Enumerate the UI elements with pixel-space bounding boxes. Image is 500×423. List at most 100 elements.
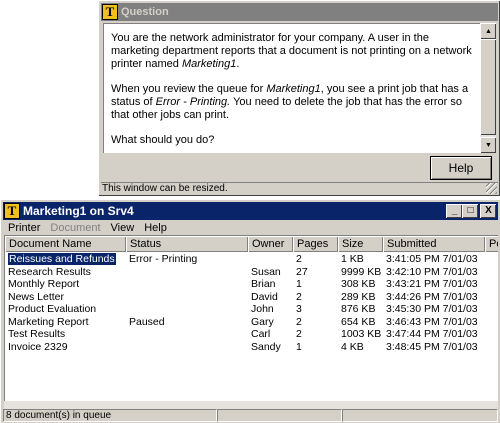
table-cell xyxy=(485,303,498,316)
column-header[interactable]: Document Name xyxy=(5,236,126,252)
cell-text: Carl xyxy=(251,328,271,340)
column-header[interactable]: Size xyxy=(338,236,383,252)
table-cell: Error - Printing xyxy=(126,253,248,266)
table-cell xyxy=(485,253,498,266)
table-cell: 289 KB xyxy=(338,291,383,304)
table-cell: News Letter xyxy=(5,291,126,304)
resize-grip-icon[interactable] xyxy=(486,183,497,194)
table-cell: Reissues and Refunds xyxy=(5,253,126,266)
table-row[interactable]: Reissues and Refunds Error - Printing 2 1 K… xyxy=(5,253,498,266)
cell-text: 2 xyxy=(296,290,302,303)
queue-title-bar[interactable]: T Marketing1 on Srv4 _ □ X xyxy=(3,202,498,220)
question-text-segment: What should you do? xyxy=(111,134,215,146)
column-header[interactable]: Submitted xyxy=(383,236,485,252)
table-row[interactable]: Test Results Carl 2 1003 KB 3:47:44 PM 7/01/… xyxy=(5,328,498,341)
table-cell xyxy=(126,328,248,341)
queue-rows: Reissues and Refunds Error - Printing 2 1 K… xyxy=(5,253,498,353)
table-cell: Test Results xyxy=(5,328,126,341)
table-cell: 2 xyxy=(293,291,338,304)
table-cell xyxy=(485,291,498,304)
table-cell: 3:41:05 PM 7/01/03 xyxy=(383,253,485,266)
question-text-segment: Error - Printing. xyxy=(155,96,231,108)
table-cell: 654 KB xyxy=(338,316,383,329)
table-cell: 3 xyxy=(293,303,338,316)
print-queue-list[interactable]: Document Name Status Owner Pages Size Submitt… xyxy=(4,235,498,401)
question-title: Question xyxy=(121,6,169,18)
cell-text: 1003 KB xyxy=(341,328,382,340)
question-paragraph: You are the network administrator for yo… xyxy=(111,32,472,71)
cell-text: Gary xyxy=(251,315,274,328)
question-text-segment: You are the network administrator for yo… xyxy=(111,32,472,70)
scroll-down-arrow-icon[interactable]: ▼ xyxy=(480,137,496,153)
cell-text: Invoice 2329 xyxy=(8,340,68,353)
scroll-thumb[interactable] xyxy=(480,39,496,135)
cell-text: John xyxy=(251,303,274,315)
close-button[interactable]: X xyxy=(480,204,496,218)
help-button[interactable]: Help xyxy=(430,156,492,180)
table-row[interactable]: Monthly Report Brian 1 308 KB 3:43:21 PM 7/0… xyxy=(5,278,498,291)
cell-text: Test Results xyxy=(8,328,66,340)
table-cell xyxy=(485,341,498,354)
table-cell: 1 xyxy=(293,341,338,354)
cell-text: 1 KB xyxy=(341,253,364,265)
maximize-button[interactable]: □ xyxy=(462,204,478,218)
cell-text: Research Results xyxy=(8,265,91,278)
question-status-bar: This window can be resized. xyxy=(101,182,498,195)
table-cell: 4 KB xyxy=(338,341,383,354)
table-cell: 308 KB xyxy=(338,278,383,291)
cell-text: 3:43:21 PM 7/01/03 xyxy=(386,278,478,290)
question-vertical-scrollbar[interactable]: ▲ ▼ xyxy=(480,23,496,153)
table-cell: Paused xyxy=(126,316,248,329)
cell-text: Susan xyxy=(251,265,281,278)
cell-text: 3:48:45 PM 7/01/03 xyxy=(386,340,478,353)
cell-text: Marketing Report xyxy=(8,315,89,328)
table-cell xyxy=(126,291,248,304)
table-row[interactable]: Product Evaluation John 3 876 KB 3:45:30 PM … xyxy=(5,303,498,316)
scroll-up-arrow-icon[interactable]: ▲ xyxy=(480,23,496,39)
minimize-button[interactable]: _ xyxy=(446,204,462,218)
menu-item-help[interactable]: Help xyxy=(139,221,172,236)
status-pane xyxy=(217,409,342,422)
cell-text: 3:44:26 PM 7/01/03 xyxy=(386,290,478,303)
table-cell xyxy=(126,266,248,279)
cell-text: Monthly Report xyxy=(8,278,80,290)
table-cell: 3:47:44 PM 7/01/03 xyxy=(383,328,485,341)
question-title-bar[interactable]: T Question xyxy=(101,3,498,21)
menu-item-printer[interactable]: Printer xyxy=(3,221,45,236)
table-row[interactable]: News Letter David 2 289 KB 3:44:26 PM 7/01/0… xyxy=(5,291,498,304)
column-header[interactable]: Status xyxy=(126,236,248,252)
cell-text: Brian xyxy=(251,278,276,290)
menu-item-view[interactable]: View xyxy=(106,221,140,236)
cell-text: 654 KB xyxy=(341,315,376,328)
table-cell: 2 xyxy=(293,316,338,329)
table-row[interactable]: Marketing Report Paused Gary 2 654 KB 3:46:43… xyxy=(5,316,498,329)
cell-text: 308 KB xyxy=(341,278,376,290)
column-header[interactable]: Pages xyxy=(293,236,338,252)
table-cell: Carl xyxy=(248,328,293,341)
column-header[interactable]: Po xyxy=(485,236,498,252)
queue-status-text: 8 document(s) in queue xyxy=(3,409,217,422)
table-cell: Susan xyxy=(248,266,293,279)
table-row[interactable]: Invoice 2329 Sandy 1 4 KB 3:48:45 PM 7/01/03 xyxy=(5,341,498,354)
question-paragraph: What should you do? xyxy=(111,134,472,147)
app-icon: T xyxy=(4,203,20,219)
queue-title: Marketing1 on Srv4 xyxy=(23,204,134,218)
table-cell xyxy=(126,278,248,291)
table-row[interactable]: Research Results Susan 27 9999 KB 3:42:10 PM… xyxy=(5,266,498,279)
table-cell: 3:45:30 PM 7/01/03 xyxy=(383,303,485,316)
question-text-segment: Marketing1 xyxy=(266,83,321,95)
table-cell xyxy=(248,253,293,266)
table-cell: 1 xyxy=(293,278,338,291)
status-pane xyxy=(342,409,498,422)
column-header[interactable]: Owner xyxy=(248,236,293,252)
cell-text: 289 KB xyxy=(341,290,376,303)
menu-item-document[interactable]: Document xyxy=(45,221,105,236)
table-cell: 3:48:45 PM 7/01/03 xyxy=(383,341,485,354)
horizontal-scrollbar[interactable] xyxy=(4,401,498,409)
table-cell: 3:42:10 PM 7/01/03 xyxy=(383,266,485,279)
cell-text: 2 xyxy=(296,315,302,328)
table-cell: 3:46:43 PM 7/01/03 xyxy=(383,316,485,329)
table-cell: Research Results xyxy=(5,266,126,279)
table-cell: 1 KB xyxy=(338,253,383,266)
cell-text: News Letter xyxy=(8,290,65,303)
